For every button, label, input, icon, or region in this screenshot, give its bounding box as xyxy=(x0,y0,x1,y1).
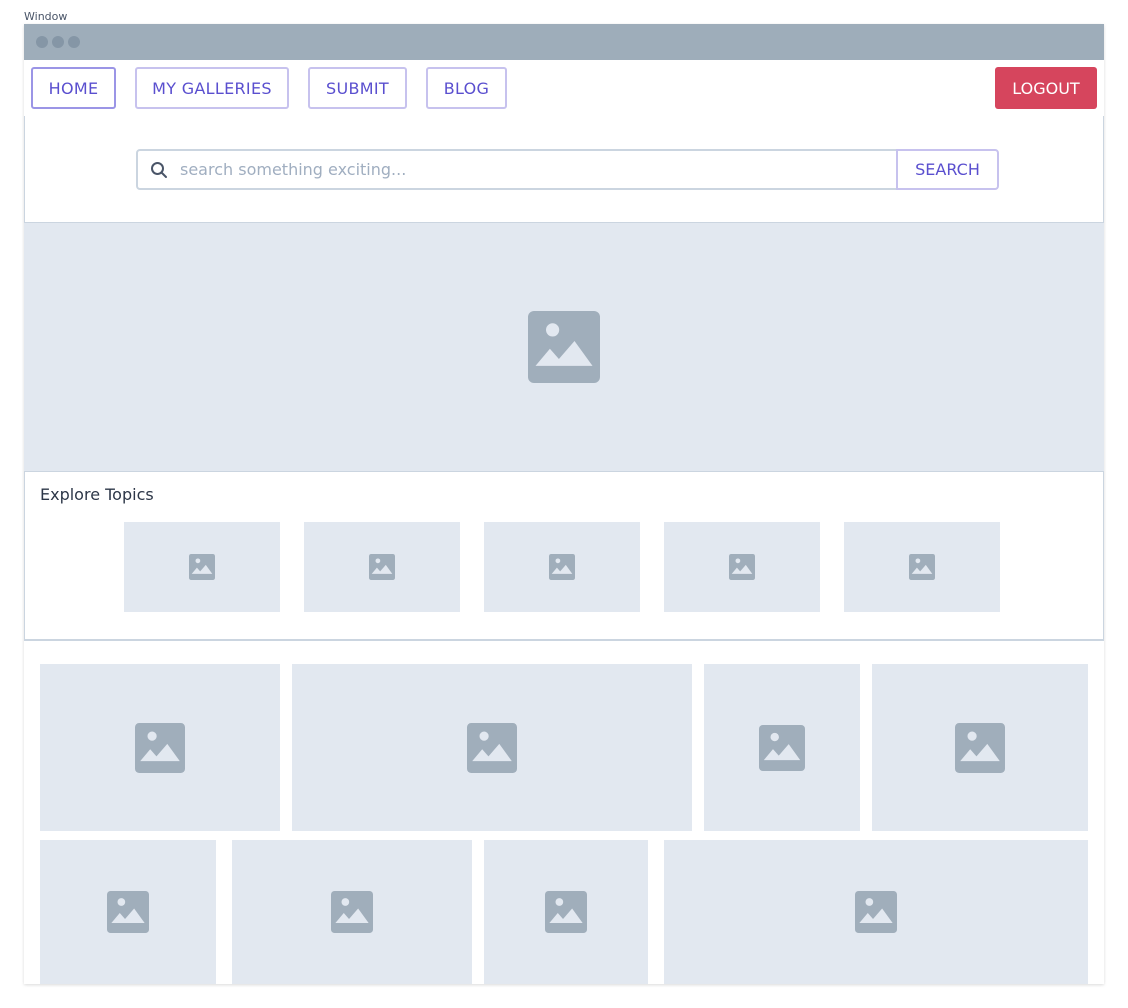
search-section: SEARCH xyxy=(24,116,1104,223)
topic-tile[interactable] xyxy=(304,522,460,612)
gallery-image[interactable] xyxy=(40,664,280,831)
window-dot-icon[interactable] xyxy=(36,36,48,48)
nav-my-galleries-button[interactable]: MY GALLERIES xyxy=(135,67,289,109)
top-navigation: HOME MY GALLERIES SUBMIT BLOG LOGOUT xyxy=(24,60,1104,117)
search-field[interactable] xyxy=(136,149,898,190)
gallery-image[interactable] xyxy=(664,840,1088,984)
window-caption: Window xyxy=(24,10,68,23)
section-heading: Explore Topics xyxy=(40,485,154,504)
hero-image[interactable] xyxy=(24,223,1104,472)
topic-tile[interactable] xyxy=(844,522,1000,612)
image-placeholder-icon xyxy=(107,891,149,933)
logout-button[interactable]: LOGOUT xyxy=(995,67,1097,109)
search-input[interactable] xyxy=(178,159,896,180)
topic-tile[interactable] xyxy=(484,522,640,612)
image-placeholder-icon xyxy=(759,724,805,771)
image-placeholder-icon xyxy=(729,554,755,580)
nav-blog-button[interactable]: BLOG xyxy=(426,67,507,109)
window-titlebar xyxy=(24,24,1104,60)
nav-home-button[interactable]: HOME xyxy=(31,67,116,109)
gallery-image[interactable] xyxy=(40,840,216,984)
window-dot-icon[interactable] xyxy=(68,36,80,48)
image-placeholder-icon xyxy=(545,891,587,933)
gallery-image[interactable] xyxy=(292,664,692,831)
gallery-image[interactable] xyxy=(484,840,648,984)
image-placeholder-icon xyxy=(467,722,517,773)
explore-topics-section: Explore Topics xyxy=(24,472,1104,641)
browser-window: HOME MY GALLERIES SUBMIT BLOG LOGOUT SEA… xyxy=(24,24,1104,984)
image-placeholder-icon xyxy=(528,311,600,383)
image-placeholder-icon xyxy=(955,722,1005,773)
nav-submit-button[interactable]: SUBMIT xyxy=(308,67,407,109)
topic-tile[interactable] xyxy=(124,522,280,612)
gallery-image[interactable] xyxy=(704,664,860,831)
image-placeholder-icon xyxy=(855,891,897,933)
image-placeholder-icon xyxy=(331,891,373,933)
gallery-image[interactable] xyxy=(872,664,1088,831)
image-placeholder-icon xyxy=(909,554,935,580)
image-placeholder-icon xyxy=(189,554,215,580)
image-placeholder-icon xyxy=(369,554,395,580)
search-button[interactable]: SEARCH xyxy=(896,149,999,190)
search-icon xyxy=(151,161,167,178)
image-placeholder-icon xyxy=(549,554,575,580)
topic-tile[interactable] xyxy=(664,522,820,612)
gallery-image[interactable] xyxy=(232,840,472,984)
window-dot-icon[interactable] xyxy=(52,36,64,48)
image-placeholder-icon xyxy=(135,722,185,773)
